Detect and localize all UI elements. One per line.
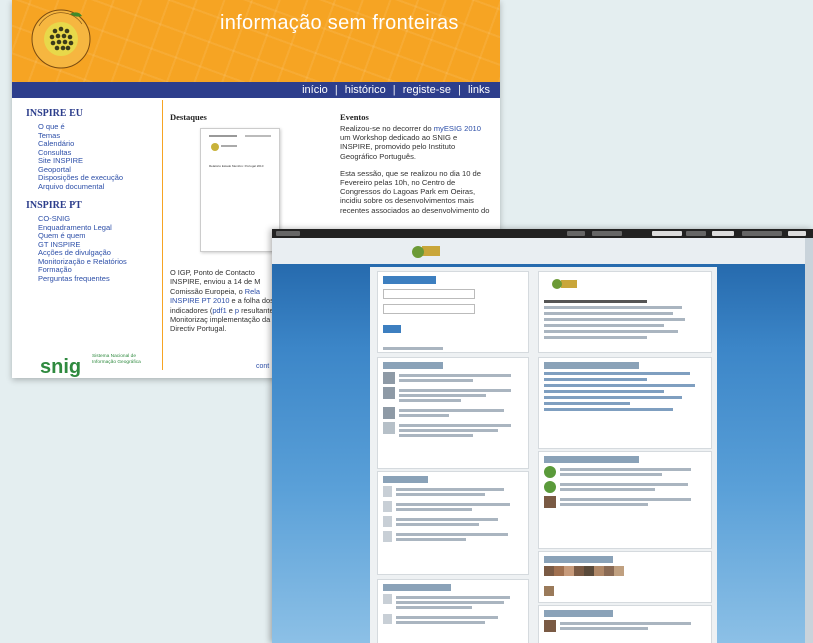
snig-logo[interactable]: snig Sistema Nacional de Informação Geog… (40, 354, 141, 378)
report-thumbnail[interactable]: Relatório Estado Membro: Portugal 2010 (200, 128, 280, 252)
forum-logo-icon (412, 246, 440, 258)
pdf1-link[interactable]: pdf1 (212, 306, 226, 315)
blog-posts-box (538, 605, 712, 643)
menu-item-arquivo[interactable]: Arquivo documental (38, 182, 161, 192)
site-tagline: informação sem fronteiras (220, 12, 459, 34)
continue-link[interactable]: cont (256, 363, 269, 370)
nav-inicio[interactable]: início (300, 84, 330, 96)
eventos-text: Realizou-se no decorrer do myESIG 2010 u… (340, 124, 490, 223)
nav-links[interactable]: links (466, 84, 500, 96)
username-field[interactable] (383, 289, 475, 299)
top-nav: início | histórico | registe-se | links (12, 82, 500, 98)
destaques-heading: Destaques (170, 112, 207, 122)
forum-content (370, 267, 717, 643)
snig-wordmark: snig (40, 356, 82, 378)
welcome-logo-icon (552, 279, 577, 289)
forum-screenshot (272, 229, 813, 643)
inspire-eu-menu: O que é Temas Calendário Consultas Site … (26, 122, 161, 192)
welcome-box (538, 271, 712, 353)
login-button[interactable] (383, 325, 401, 333)
myesig-link[interactable]: myESIG 2010 (434, 124, 481, 133)
forum-news-box (538, 451, 712, 549)
latest-files-box (377, 471, 529, 575)
report-page-icon: Relatório Estado Membro: Portugal 2010 (209, 135, 271, 168)
eventos-p2: Esta sessão, que se realizou no dia 10 d… (340, 168, 490, 215)
inspire-eu-heading: INSPIRE EU (26, 108, 83, 119)
forum-topbar (272, 229, 813, 238)
report-title: Relatório Estado Membro: Portugal 2010 (209, 164, 264, 168)
forum-header (272, 238, 813, 264)
ponto-contacto-text: O IGP, Ponto de Contacto INSPIRE, enviou… (170, 268, 288, 348)
bottom-text-d: e (226, 305, 235, 315)
relatorio-link[interactable]: Rela (245, 287, 260, 296)
inspire-pt-2010-link[interactable]: INSPIRE PT 2010 (170, 296, 229, 305)
inspire-logo[interactable] (30, 6, 92, 72)
nav-separator: | (392, 84, 396, 96)
nav-separator: | (334, 84, 338, 96)
forum-scrollbar[interactable] (805, 238, 813, 643)
eventos-p1-end: um Workshop dedicado ao SNIG e INSPIRE, … (340, 133, 458, 161)
nav-registe-se[interactable]: registe-se (401, 84, 453, 96)
column-divider (162, 100, 163, 370)
inspire-pt-menu: CO-SNIG Enquadramento Legal Quem é quem … (26, 214, 161, 284)
nav-historico[interactable]: histórico (343, 84, 388, 96)
nav-separator: | (458, 84, 461, 96)
snig-subtitle: Sistema Nacional de Informação Geográfic… (92, 354, 141, 365)
eventos-p1-start: Realizou-se no decorrer do (340, 124, 434, 133)
latest-groups-box (377, 357, 529, 469)
eventos-heading: Eventos (340, 112, 369, 122)
menu-item-perguntas[interactable]: Perguntas frequentes (38, 274, 161, 284)
left-sidebar: INSPIRE EU O que é Temas Calendário Cons… (26, 108, 161, 292)
inspire-pt-heading: INSPIRE PT (26, 200, 82, 211)
site-banner: informação sem fronteiras (12, 0, 500, 82)
upcoming-events-box (377, 579, 529, 643)
password-field[interactable] (383, 304, 475, 314)
website-news-box (538, 357, 712, 449)
login-box (377, 271, 529, 353)
newest-members-box (538, 551, 712, 603)
